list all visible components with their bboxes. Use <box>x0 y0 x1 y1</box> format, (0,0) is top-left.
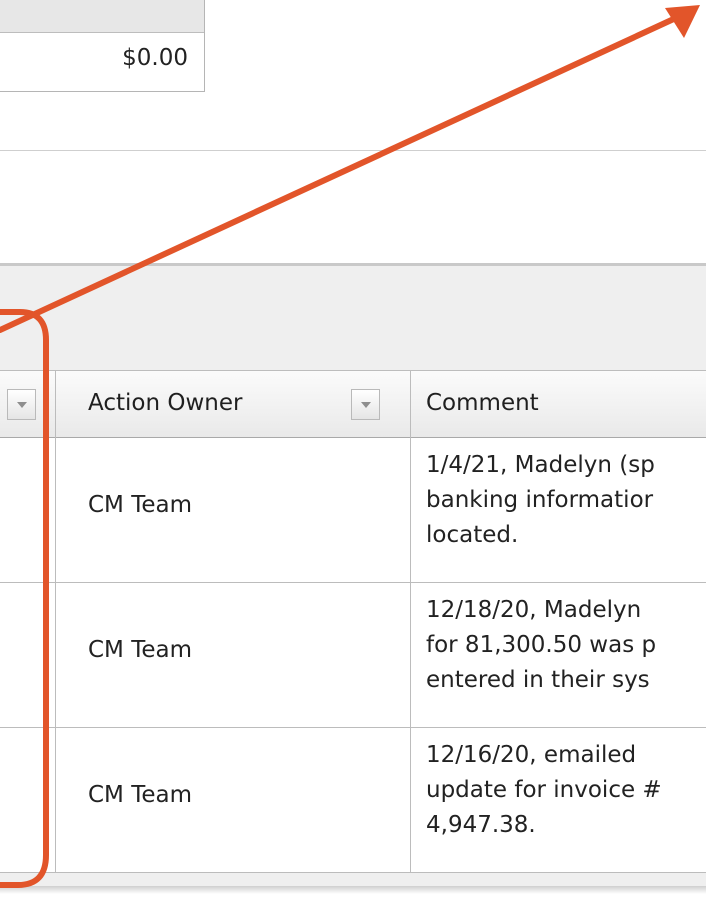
column-separator <box>410 438 411 583</box>
table-row[interactable]: CM Team 1/4/21, Madelyn (sp banking info… <box>0 438 706 583</box>
action-owner-filter-button[interactable] <box>351 389 380 420</box>
section-divider <box>0 150 706 151</box>
table-row[interactable]: CM Team 12/16/20, emailed update for inv… <box>0 728 706 873</box>
comment-cell: 12/18/20, Madelyn for 81,300.50 was p en… <box>426 597 657 693</box>
column-separator <box>55 583 56 728</box>
column-separator <box>410 728 411 873</box>
grid-header: Action Owner Comment <box>0 370 706 438</box>
previous-column-filter-button[interactable] <box>7 389 36 420</box>
action-owner-cell: CM Team <box>88 492 193 518</box>
column-separator <box>410 583 411 728</box>
amount-panel-header <box>0 0 204 33</box>
action-owner-header-label: Action Owner <box>88 390 243 416</box>
amount-value: $0.00 <box>122 45 188 71</box>
column-separator <box>55 728 56 873</box>
table-row[interactable]: CM Team 12/18/20, Madelyn for 81,300.50 … <box>0 583 706 728</box>
action-owner-column-header[interactable]: Action Owner <box>56 371 410 438</box>
comment-cell: 12/16/20, emailed update for invoice # 4… <box>426 742 662 838</box>
previous-column-header[interactable] <box>0 371 55 438</box>
comment-header-label: Comment <box>426 390 539 416</box>
grid-bottom-shadow <box>0 886 706 894</box>
action-owner-cell: CM Team <box>88 637 193 663</box>
amount-panel: $0.00 <box>0 0 205 92</box>
arrowhead-icon <box>665 5 700 38</box>
column-separator <box>55 438 56 583</box>
comment-column-header[interactable]: Comment <box>411 371 706 438</box>
screenshot-canvas: $0.00 Action Owner Comment CM Team 1/4/2… <box>0 0 706 905</box>
action-owner-cell: CM Team <box>88 782 193 808</box>
comment-cell: 1/4/21, Madelyn (sp banking informatior … <box>426 452 655 548</box>
